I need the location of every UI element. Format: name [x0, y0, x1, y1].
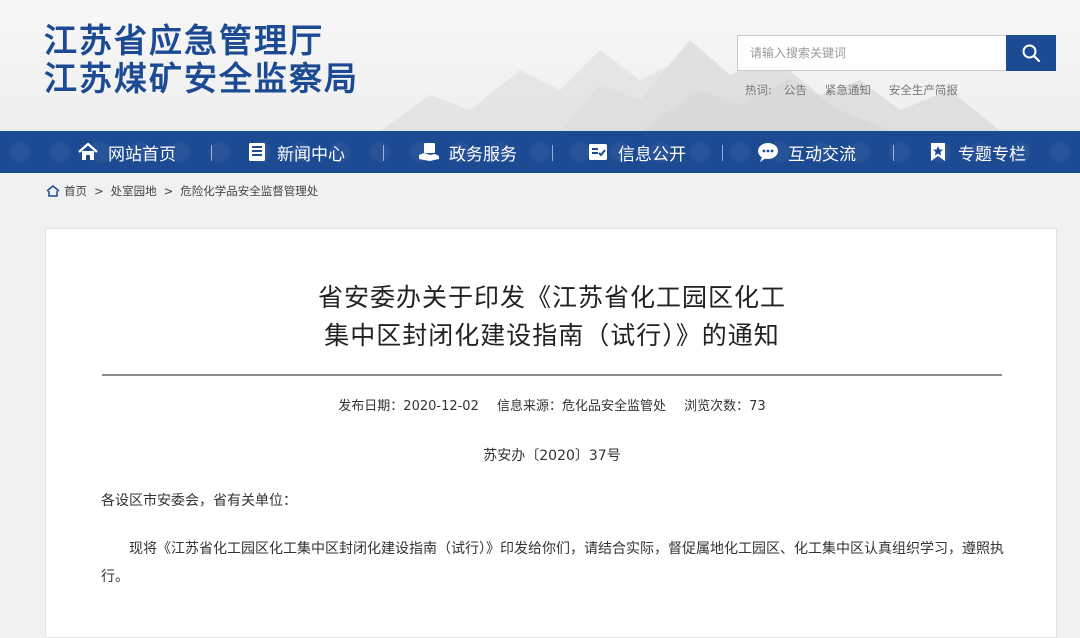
nav-item-news[interactable]: 新闻中心: [246, 131, 345, 173]
info-icon: [589, 144, 607, 160]
logo-title-2[interactable]: 江苏煤矿安全监察局: [44, 62, 359, 95]
nav-item-info[interactable]: 信息公开: [587, 131, 686, 173]
article-title-line: 集中区封闭化建设指南（试行）》的通知: [324, 321, 780, 350]
nav-item-services[interactable]: 政务服务: [418, 131, 517, 173]
hotwords-label: 热词:: [745, 83, 772, 97]
bookmark-icon: [931, 143, 945, 161]
article-title-line: 省安委办关于印发《江苏省化工园区化工: [317, 283, 786, 312]
view-count: 浏览次数：73: [684, 399, 766, 414]
info-source: 信息来源：危化品安全监管处: [497, 399, 667, 414]
search-button[interactable]: [1006, 35, 1056, 71]
logo-title-1[interactable]: 江苏省应急管理厅: [44, 24, 324, 57]
main-nav: 网站首页 新闻中心 政务服务 信息公开 互动交流 专题专栏: [0, 131, 1080, 173]
nav-separator: [893, 145, 894, 161]
article-panel: 省安委办关于印发《江苏省化工园区化工 集中区封闭化建设指南（试行）》的通知 发布…: [45, 228, 1057, 638]
article-title: 省安委办关于印发《江苏省化工园区化工 集中区封闭化建设指南（试行）》的通知: [46, 279, 1058, 355]
nav-label: 网站首页: [108, 144, 176, 165]
breadcrumb-separator: >: [94, 184, 104, 198]
site-header: 江苏省应急管理厅 江苏煤矿安全监察局 热词: 公告 紧急通知 安全生产简报: [0, 0, 1080, 131]
breadcrumb-link[interactable]: 危险化学品安全监督管理处: [180, 183, 318, 199]
nav-label: 政务服务: [449, 144, 517, 165]
nav-item-interaction[interactable]: 互动交流: [757, 131, 856, 173]
nav-item-topics[interactable]: 专题专栏: [927, 131, 1026, 173]
hotword-link[interactable]: 公告: [784, 82, 807, 98]
breadcrumb-link[interactable]: 处室园地: [111, 183, 157, 199]
search-box: [737, 35, 1006, 71]
nav-separator: [552, 145, 553, 161]
nav-separator: [383, 145, 384, 161]
home-icon: [78, 142, 98, 160]
body-paragraph: 现将《江苏省化工园区化工集中区封闭化建设指南（试行）》印发给你们，请结合实际，督…: [101, 541, 1004, 585]
nav-label: 新闻中心: [277, 144, 345, 165]
nav-separator: [211, 145, 212, 161]
salutation: 各设区市安委会，省有关单位：: [101, 493, 297, 509]
document-number: 苏安办〔2020〕37号: [483, 448, 621, 464]
nav-label: 专题专栏: [958, 144, 1026, 165]
home-icon: [46, 185, 60, 197]
nav-separator: [722, 145, 723, 161]
chat-icon: [758, 143, 778, 162]
nav-item-home[interactable]: 网站首页: [77, 131, 176, 173]
breadcrumb: 首页 > 处室园地 > 危险化学品安全监督管理处: [46, 183, 318, 199]
search-input[interactable]: [738, 36, 1006, 70]
article-meta: 发布日期：2020-12-02 信息来源：危化品安全监管处 浏览次数：73: [46, 395, 1058, 414]
service-icon: [419, 143, 439, 161]
hotword-link[interactable]: 紧急通知: [825, 82, 871, 98]
news-icon: [249, 143, 265, 161]
nav-label: 互动交流: [788, 144, 856, 165]
breadcrumb-separator: >: [163, 184, 174, 198]
search-icon: [1022, 44, 1041, 63]
breadcrumb-home-link[interactable]: 首页: [64, 183, 87, 199]
nav-label: 信息公开: [618, 144, 686, 165]
hotwords: 热词: 公告 紧急通知 安全生产简报: [745, 82, 976, 98]
hotword-link[interactable]: 安全生产简报: [889, 82, 958, 98]
title-divider: [102, 374, 1002, 376]
publish-date: 发布日期：2020-12-02: [338, 399, 479, 414]
